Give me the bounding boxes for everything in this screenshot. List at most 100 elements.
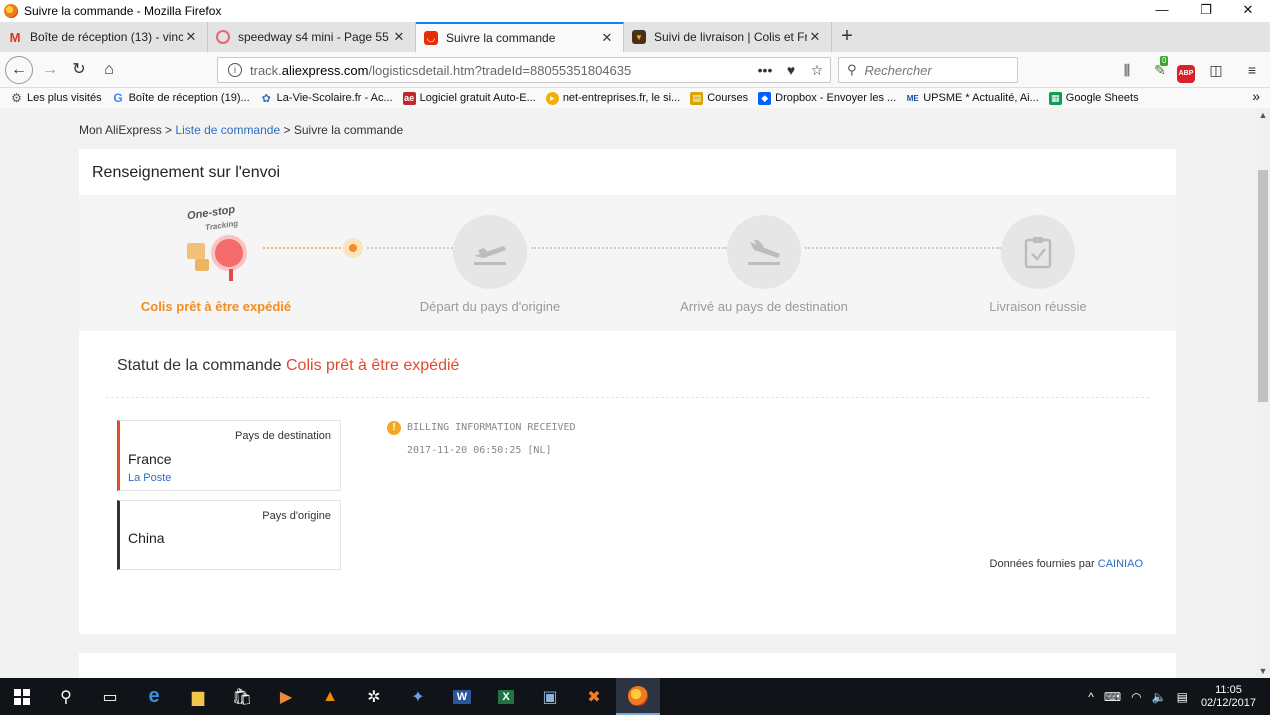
film-icon[interactable]: ✲ <box>352 678 396 715</box>
word-icon[interactable]: W <box>440 678 484 715</box>
tab-label: Boîte de réception (13) - vincen <box>30 30 183 44</box>
tool-icon[interactable]: ✖ <box>572 678 616 715</box>
store-icon[interactable]: 🛍 <box>220 678 264 715</box>
bookmark-upsme[interactable]: ME UPSME * Actualité, Ai... <box>906 92 1039 105</box>
system-tray: ^ ⌨ ◠ 🔈 ▤ 11:05 02/12/2017 <box>1083 678 1270 715</box>
excel-icon[interactable]: X <box>484 678 528 715</box>
progress-line <box>367 247 453 249</box>
event-title: BILLING INFORMATION RECEIVED <box>407 422 576 433</box>
origin-label: Pays d'origine <box>262 510 331 522</box>
stage-delivered-circle <box>1001 215 1075 289</box>
order-status: Statut de la commande Colis prêt à être … <box>117 357 460 374</box>
search-icon[interactable]: ⚲ <box>44 678 88 715</box>
bookmark-label: Courses <box>707 92 749 104</box>
system-clock[interactable]: 11:05 02/12/2017 <box>1201 684 1256 710</box>
restore-button[interactable]: ❐ <box>1186 0 1226 22</box>
bookmark-label: Dropbox - Envoyer les ... <box>775 92 897 104</box>
tab-close-icon[interactable]: ✕ <box>807 29 823 45</box>
chevron-up-icon[interactable]: ^ <box>1088 690 1094 704</box>
scrollbar-thumb[interactable] <box>1258 170 1268 402</box>
tab-close-icon[interactable]: ✕ <box>599 30 615 46</box>
adblock-plus-icon[interactable]: ABP <box>1176 60 1196 83</box>
back-button[interactable]: ← <box>5 56 33 84</box>
info-icon[interactable]: i <box>228 63 242 77</box>
order-status-value: Colis prêt à être expédié <box>286 357 460 374</box>
pocket-icon[interactable]: ♥ <box>778 62 804 78</box>
media-icon[interactable]: ▶ <box>264 678 308 715</box>
tab-close-icon[interactable]: ✕ <box>183 29 199 45</box>
minimize-button[interactable]: — <box>1142 0 1182 22</box>
bookmark-google-sheets[interactable]: ▦ Google Sheets <box>1048 91 1139 105</box>
page-actions-icon[interactable]: ••• <box>752 62 778 78</box>
carrier-link[interactable]: La Poste <box>128 472 171 484</box>
tab-gmail[interactable]: M Boîte de réception (13) - vincen ✕ <box>0 22 208 52</box>
reload-button[interactable]: ↻ <box>65 57 93 83</box>
close-window-button[interactable]: ✕ <box>1228 0 1268 22</box>
library-icon[interactable]: ⫼ <box>1117 60 1137 80</box>
forward-button[interactable]: → <box>36 57 64 83</box>
net-icon: ▸ <box>545 91 559 105</box>
page-scrollbar[interactable]: ▲ ▼ <box>1256 108 1270 678</box>
breadcrumb-current: Suivre la commande <box>293 123 404 137</box>
origin-country: China <box>128 530 165 546</box>
scroll-down-icon[interactable]: ▼ <box>1256 666 1270 676</box>
package-icon <box>187 243 205 259</box>
bookmark-google-inbox[interactable]: G Boîte de réception (19)... <box>112 91 250 105</box>
bookmark-label: La-Vie-Scolaire.fr - Ac... <box>276 92 393 104</box>
aliexpress-icon: ◡ <box>424 31 438 45</box>
bookmark-courses[interactable]: ▤ Courses <box>690 91 749 105</box>
bookmark-star-icon[interactable]: ☆ <box>804 62 830 79</box>
cainiao-link[interactable]: CAINIAO <box>1098 558 1143 570</box>
windows-taskbar: ⚲ ▭ e ▆ 🛍 ▶ ▲ ✲ ✦ W X ▣ ✖ ^ ⌨ ◠ 🔈 ▤ 11:0… <box>0 678 1270 715</box>
search-icon: ⚲ <box>847 62 857 77</box>
network-icon[interactable]: ▣ <box>528 678 572 715</box>
input-language-icon[interactable]: ⌨ <box>1104 690 1121 704</box>
breadcrumb-orders-link[interactable]: Liste de commande <box>175 123 280 137</box>
url-bar[interactable]: i track.aliexpress.com/logisticsdetail.h… <box>217 57 831 83</box>
task-view-icon[interactable]: ▭ <box>88 678 132 715</box>
firefox-icon[interactable] <box>616 678 660 715</box>
tab-label: Suivi de livraison | Colis et Fret | <box>654 30 807 44</box>
url-text[interactable]: track.aliexpress.com/logisticsdetail.htm… <box>250 63 752 78</box>
info-alert-icon: ! <box>387 421 401 435</box>
window-titlebar: Suivre la commande - Mozilla Firefox — ❐… <box>0 0 1270 22</box>
bookmark-vie-scolaire[interactable]: ✿ La-Vie-Scolaire.fr - Ac... <box>260 92 393 105</box>
bookmark-most-visited[interactable]: ⚙ Les plus visités <box>10 91 101 105</box>
progress-line <box>805 247 1001 249</box>
edge-icon[interactable]: e <box>132 678 176 715</box>
tab-suivre-commande[interactable]: ◡ Suivre la commande ✕ <box>416 22 624 52</box>
bookmark-dropbox[interactable]: ◆ Dropbox - Envoyer les ... <box>758 91 897 105</box>
bookmarks-overflow-icon[interactable]: » <box>1252 88 1260 104</box>
bookmark-auto-e[interactable]: ae Logiciel gratuit Auto-E... <box>402 91 536 105</box>
scroll-up-icon[interactable]: ▲ <box>1256 110 1270 120</box>
new-tab-button[interactable]: + <box>832 22 862 52</box>
ae-icon: ae <box>402 91 416 105</box>
shipment-heading: Renseignement sur l'envoi <box>92 164 281 181</box>
bookmark-net-entreprises[interactable]: ▸ net-entreprises.fr, le si... <box>545 91 680 105</box>
windows-start-icon[interactable] <box>0 678 44 715</box>
wifi-icon[interactable]: ◠ <box>1131 690 1141 704</box>
search-input[interactable]: Rechercher <box>865 63 932 78</box>
bookmark-label: Boîte de réception (19)... <box>128 92 250 104</box>
tab-close-icon[interactable]: ✕ <box>391 29 407 45</box>
school-icon: ✿ <box>261 92 271 105</box>
menu-icon[interactable]: ≡ <box>1242 60 1262 80</box>
notifications-icon[interactable]: ▤ <box>1177 690 1188 704</box>
firefox-logo-icon <box>4 4 18 18</box>
explorer-icon[interactable]: ▆ <box>176 678 220 715</box>
tab-ups[interactable]: ▼ Suivi de livraison | Colis et Fret | ✕ <box>624 22 832 52</box>
event-time: 2017-11-20 06:50:25 [NL] <box>407 445 552 456</box>
plane-arrival-icon <box>748 240 780 265</box>
folder-icon: ▤ <box>690 91 704 105</box>
addon-icon[interactable]: ✎ 0 <box>1150 56 1170 80</box>
breadcrumb-root[interactable]: Mon AliExpress <box>79 123 162 137</box>
home-button[interactable]: ⌂ <box>95 57 123 83</box>
bookmark-label: UPSME * Actualité, Ai... <box>923 92 1039 104</box>
volume-icon[interactable]: 🔈 <box>1152 690 1167 704</box>
tab-speedway[interactable]: speedway s4 mini - Page 55 - M ✕ <box>208 22 416 52</box>
app-icon[interactable]: ✦ <box>396 678 440 715</box>
stage-label-arrival: Arrivé au pays de destination <box>680 299 848 314</box>
search-bar[interactable]: ⚲ Rechercher <box>838 57 1018 83</box>
vlc-icon[interactable]: ▲ <box>308 678 352 715</box>
sidebar-icon[interactable]: ◫ <box>1206 60 1226 80</box>
